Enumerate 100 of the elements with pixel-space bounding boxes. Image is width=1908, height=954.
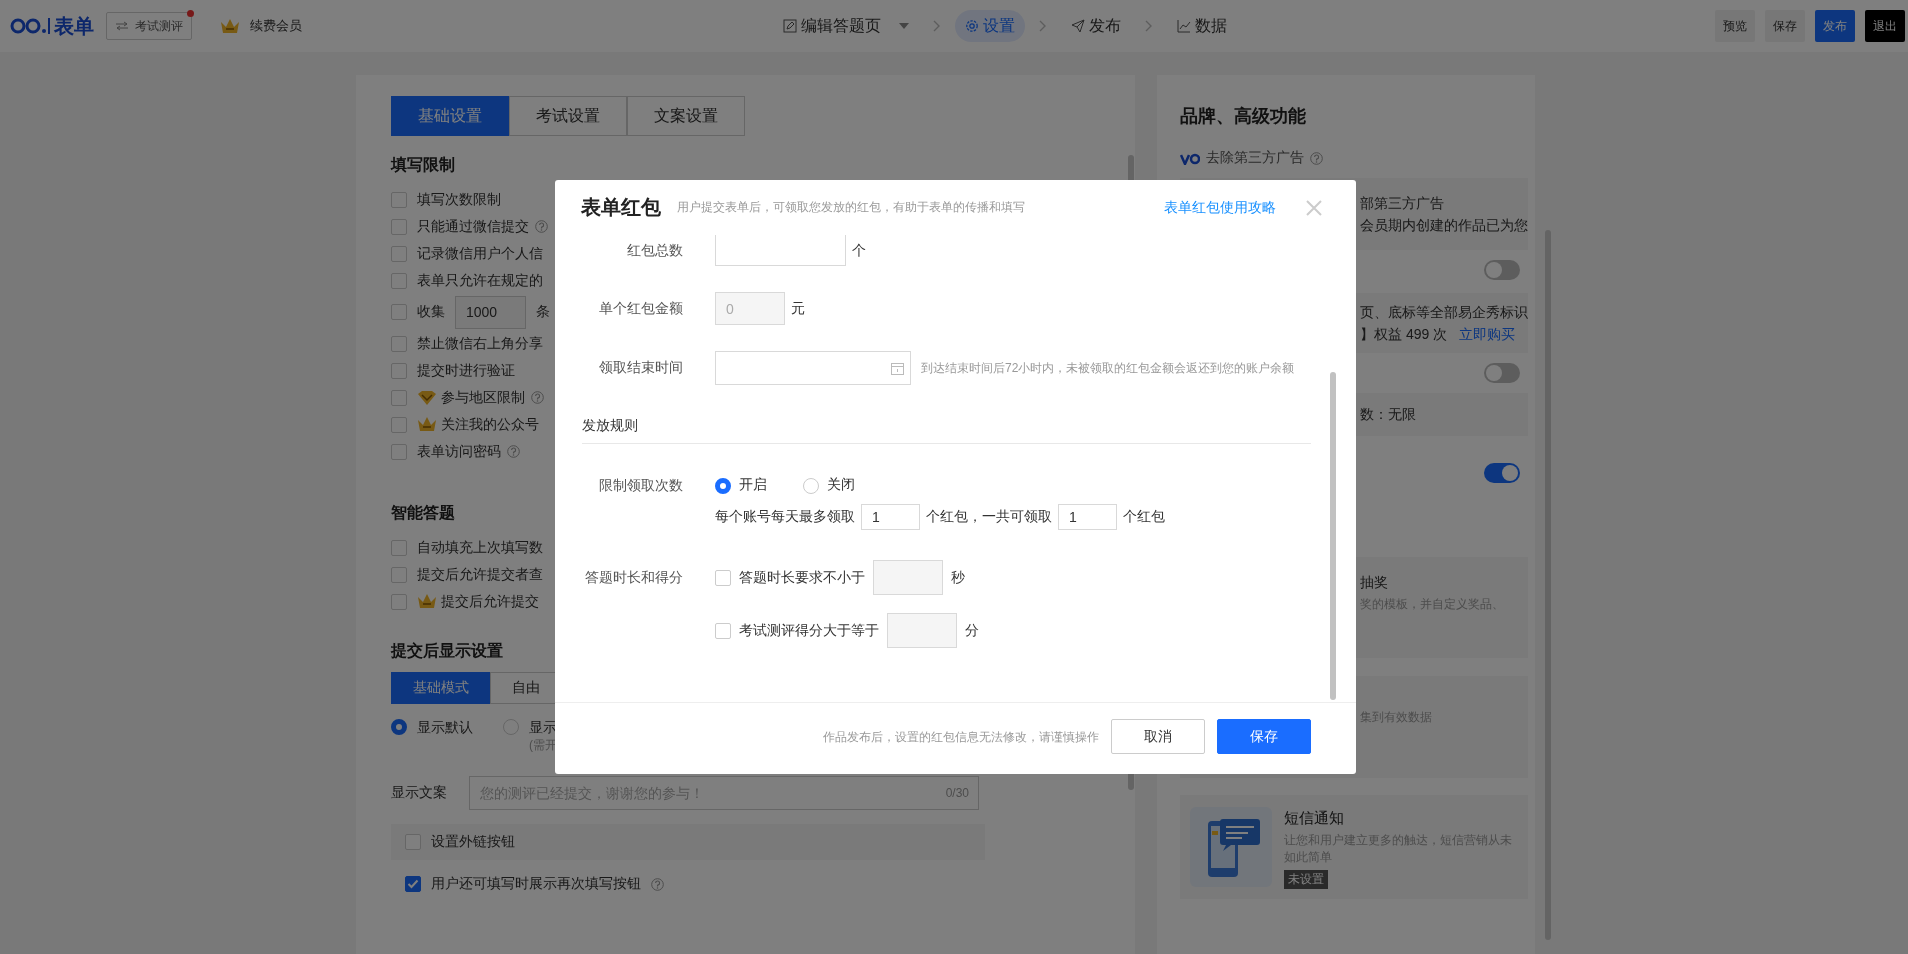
option-label: 参与地区限制 (441, 388, 525, 407)
action-button[interactable]: 保存 (1765, 10, 1805, 42)
option-label: 表单访问密码 (417, 442, 501, 461)
card-text: 部第三方广告 (1360, 195, 1444, 211)
checkbox[interactable] (391, 272, 407, 289)
radio-button[interactable] (503, 719, 519, 735)
toggle-switch[interactable] (1484, 463, 1520, 483)
count-input[interactable] (715, 235, 846, 266)
checkbox[interactable] (405, 876, 421, 892)
checkbox[interactable] (715, 569, 731, 586)
vip-link[interactable]: 续费会员 (250, 17, 302, 35)
field-label: 红包总数 (626, 241, 683, 260)
cancel-button[interactable]: 取消 (1111, 719, 1205, 754)
footer-note: 作品发布后，设置的红包信息无法修改，请谨慎操作 (823, 729, 1099, 746)
option-label: 答题时长要求不小于 (739, 568, 865, 587)
checkbox[interactable] (391, 416, 407, 433)
scrollbar[interactable] (1330, 372, 1336, 700)
card-text: 数：无限 (1360, 406, 1416, 422)
sentence-text: 个红包，一共可领取 (926, 508, 1052, 526)
card-text: 页、底标等全部易企秀标识 (1360, 304, 1528, 320)
checkbox[interactable] (715, 622, 731, 639)
threshold-input[interactable] (887, 613, 957, 648)
card-text: 】权益 499 次 (1360, 326, 1448, 342)
brand-logo-icon (1180, 151, 1200, 165)
settings-tab[interactable]: 考试设置 (509, 96, 627, 136)
option-label: 考试测评得分大于等于 (739, 621, 879, 640)
checkbox[interactable] (391, 335, 407, 352)
section-heading: 提交后显示设置 (391, 641, 503, 661)
radio-button[interactable] (803, 477, 819, 494)
section-heading: 填写限制 (391, 155, 455, 175)
mode-button[interactable]: 考试测评 (106, 12, 192, 40)
settings-icon (965, 19, 979, 33)
chevron-icon (933, 20, 941, 32)
limit-input[interactable]: 1000 (455, 295, 526, 329)
settings-tab[interactable]: 基础设置 (391, 96, 509, 136)
field-label: 答题时长和得分 (584, 568, 683, 587)
chevron-icon (1145, 20, 1153, 32)
checkbox[interactable] (391, 191, 407, 208)
checkbox[interactable] (391, 593, 407, 610)
option-label: 禁止微信右上角分享 (417, 334, 543, 353)
option-label: 收集 (417, 303, 445, 321)
option-label: 提交后允许提交 (441, 592, 539, 611)
unit-label: 个 (852, 241, 866, 260)
unit-label: 元 (791, 299, 805, 318)
step-tab[interactable]: 数据 (1167, 10, 1237, 42)
checkbox[interactable] (391, 389, 407, 406)
radio-button[interactable] (391, 719, 407, 735)
action-button[interactable]: 预览 (1715, 10, 1755, 42)
panel-title: 品牌、高级功能 (1180, 105, 1307, 128)
notification-dot (187, 10, 194, 17)
toggle-switch[interactable] (1484, 363, 1520, 383)
feature-label: 去除第三方广告 (1206, 149, 1304, 167)
option-label: 填写次数限制 (417, 190, 501, 209)
settings-tab[interactable]: 文案设置 (627, 96, 745, 136)
checkbox[interactable] (391, 304, 407, 320)
checkbox[interactable] (391, 218, 407, 235)
total-limit-input[interactable]: 1 (1058, 504, 1117, 530)
close-icon[interactable] (1306, 199, 1322, 216)
step-tab[interactable]: 设置 (955, 10, 1025, 42)
option-label: 显示默认 (417, 718, 473, 736)
dialog-subtitle: 用户提交表单后，可领取您发放的红包，有助于表单的传播和填写 (677, 199, 1025, 216)
unit-label: 秒 (951, 568, 965, 587)
date-input[interactable] (715, 351, 911, 385)
dialog-title: 表单红包 (581, 195, 661, 220)
logo-icon (10, 16, 50, 36)
checkbox[interactable] (391, 539, 407, 556)
buy-link[interactable]: 立即购买 (1459, 326, 1516, 342)
checkbox[interactable] (391, 245, 407, 262)
card-text: 会员期内创建的作品已为您 (1360, 217, 1528, 233)
threshold-input[interactable] (873, 560, 943, 595)
toggle-switch[interactable] (1484, 260, 1520, 280)
save-button[interactable]: 保存 (1217, 719, 1311, 754)
chart-icon (1177, 19, 1191, 33)
checkbox[interactable] (405, 834, 421, 850)
option-label: 提交时进行验证 (417, 361, 515, 380)
sentence-text: 个红包 (1123, 508, 1165, 526)
logo-text: 表单 (54, 13, 94, 39)
unit-label: 条 (536, 303, 550, 321)
section-heading: 发放规则 (582, 417, 1311, 444)
send-icon (1071, 19, 1085, 33)
publish-button[interactable]: 发布 (1815, 10, 1855, 42)
checkbox[interactable] (391, 566, 407, 583)
exit-button[interactable]: 退出 (1865, 10, 1905, 42)
mode-tab[interactable]: 基础模式 (391, 672, 490, 704)
checkbox[interactable] (391, 443, 407, 460)
option-label: 关闭 (827, 476, 855, 494)
option-label: 提交后允许提交者查 (417, 565, 543, 584)
daily-limit-input[interactable]: 1 (861, 504, 920, 530)
step-tab[interactable]: 编辑答题页 (773, 10, 919, 42)
field-label: 单个红包金额 (598, 299, 683, 318)
checkbox[interactable] (391, 362, 407, 379)
guide-link[interactable]: 表单红包使用攻略 (1164, 198, 1276, 217)
check-icon (406, 877, 420, 891)
step-tab[interactable]: 发布 (1061, 10, 1131, 42)
radio-button[interactable] (715, 477, 731, 494)
option-label: 表单只允许在规定的 (417, 271, 543, 290)
feature-title: 短信通知 (1284, 809, 1345, 828)
phone-message-icon (1190, 807, 1272, 887)
chevron-icon (1039, 20, 1047, 32)
status-badge: 未设置 (1284, 870, 1328, 889)
